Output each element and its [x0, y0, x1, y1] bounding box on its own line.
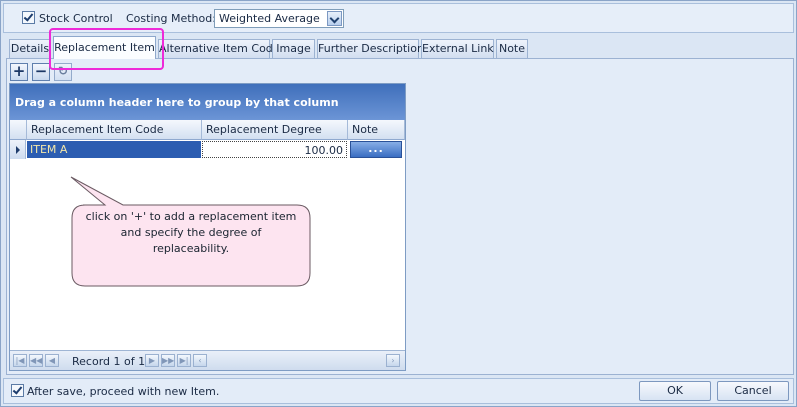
scroll-left-icon[interactable]: ‹ — [193, 354, 207, 367]
scroll-right-icon[interactable]: › — [386, 354, 400, 367]
note-ellipsis-button[interactable]: ... — [350, 141, 402, 158]
costing-method-dropdown[interactable]: Weighted Average — [214, 9, 344, 28]
proceed-new-item-label: After save, proceed with new Item. — [27, 385, 220, 398]
top-bar: Stock Control Costing Method: Weighted A… — [3, 3, 794, 33]
prev-page-icon[interactable]: ◀◀ — [29, 354, 43, 367]
tab-replacement-item[interactable]: Replacement Item — [53, 36, 156, 59]
cell-replacement-degree[interactable]: 100.00 — [202, 141, 347, 158]
group-by-hint: Drag a column header here to group by th… — [15, 96, 339, 109]
check-icon — [23, 11, 34, 22]
undo-icon: ↻ — [57, 64, 69, 78]
tab-alternative-item-code[interactable]: Alternative Item Code — [158, 39, 280, 58]
next-page-icon[interactable]: ▶▶ — [161, 354, 175, 367]
column-header-code[interactable]: Replacement Item Code — [27, 120, 202, 140]
chevron-down-icon[interactable] — [327, 11, 342, 26]
proceed-new-item-checkbox[interactable] — [11, 384, 24, 397]
check-icon — [12, 384, 23, 395]
cell-item-code[interactable]: ITEM A — [27, 141, 201, 158]
add-row-button[interactable]: + — [10, 62, 28, 81]
callout-line: replaceability. — [152, 242, 230, 255]
callout-line: and specify the degree of — [120, 226, 262, 239]
row-indicator-icon[interactable] — [10, 140, 26, 159]
tab-further-description[interactable]: Further Description — [317, 39, 424, 58]
first-record-icon[interactable]: |◀ — [13, 354, 27, 367]
column-header-degree[interactable]: Replacement Degree — [202, 120, 348, 140]
prev-record-icon[interactable]: ◀ — [45, 354, 59, 367]
record-navigator: |◀ ◀◀ ◀ Record 1 of 1 ▶ ▶▶ ▶| ‹ › — [10, 350, 405, 370]
last-record-icon[interactable]: ▶| — [177, 354, 191, 367]
costing-method-label: Costing Method: — [126, 12, 216, 25]
tab-image[interactable]: Image — [272, 39, 315, 58]
minus-icon: − — [34, 62, 48, 80]
callout-text: click on '+' to add a replacement item a… — [77, 209, 305, 257]
remove-row-button[interactable]: − — [32, 62, 50, 81]
column-header-note[interactable]: Note — [348, 120, 405, 140]
costing-method-value: Weighted Average — [219, 12, 320, 25]
record-counter: Record 1 of 1 — [72, 355, 146, 368]
next-record-icon[interactable]: ▶ — [145, 354, 159, 367]
ok-button[interactable]: OK — [639, 381, 711, 401]
cancel-button[interactable]: Cancel — [717, 381, 789, 401]
group-by-panel[interactable]: Drag a column header here to group by th… — [10, 84, 405, 120]
undo-button[interactable]: ↻ — [54, 63, 72, 81]
stock-control-label: Stock Control — [39, 12, 113, 25]
callout-line: click on '+' to add a replacement item — [85, 210, 297, 223]
item-maintenance-window: Stock Control Costing Method: Weighted A… — [0, 0, 797, 407]
plus-icon: + — [12, 62, 26, 80]
header-indicator — [10, 120, 27, 140]
tab-external-link[interactable]: External Link — [421, 39, 494, 58]
tab-note[interactable]: Note — [496, 39, 528, 58]
tab-details[interactable]: Details — [9, 39, 51, 58]
stock-control-checkbox[interactable] — [22, 11, 35, 24]
